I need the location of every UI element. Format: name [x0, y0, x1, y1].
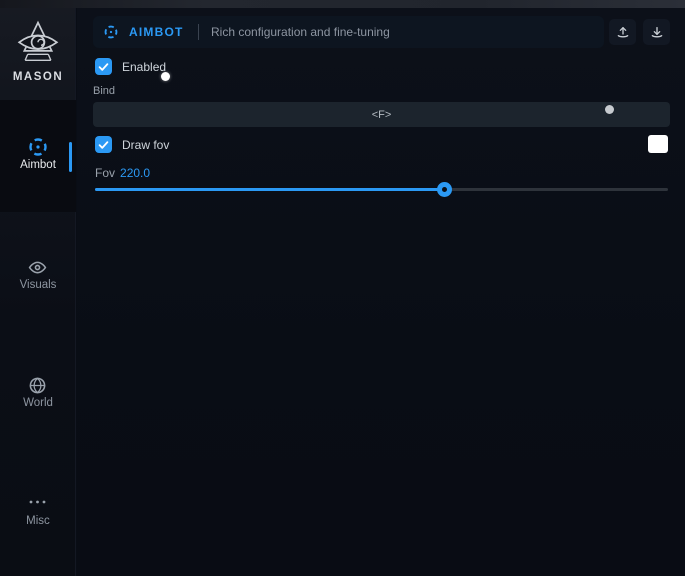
fov-row: Fov 220.0 — [95, 166, 150, 180]
sidebar-item-visuals-label[interactable]: Visuals — [0, 279, 76, 291]
ellipsis-icon[interactable] — [28, 496, 47, 508]
fov-slider[interactable] — [95, 188, 668, 191]
indicator-dot — [605, 105, 614, 114]
header-divider — [198, 24, 199, 40]
bind-key-field[interactable]: <F> — [93, 102, 670, 127]
fov-value: 220.0 — [120, 166, 150, 180]
fov-color-swatch[interactable] — [648, 135, 668, 153]
mason-logo-icon — [13, 20, 63, 68]
enabled-checkbox[interactable] — [95, 58, 112, 75]
aimbot-header-icon — [103, 24, 119, 40]
draw-fov-checkbox[interactable] — [95, 136, 112, 153]
crosshair-icon[interactable] — [27, 136, 49, 158]
download-icon — [649, 24, 665, 40]
draw-fov-label: Draw fov — [122, 136, 169, 153]
header-subtitle: Rich configuration and fine-tuning — [211, 16, 390, 48]
content-area — [77, 8, 685, 576]
enabled-label: Enabled — [122, 58, 166, 75]
sidebar — [0, 8, 76, 576]
sidebar-item-aimbot-label[interactable]: Aimbot — [0, 159, 76, 171]
upload-icon — [615, 24, 631, 40]
desktop-strip — [0, 0, 685, 8]
brand-name: MASON — [0, 71, 76, 83]
upload-config-button[interactable] — [609, 19, 636, 45]
cursor-dot — [161, 72, 170, 81]
fov-label: Fov — [95, 166, 115, 180]
sidebar-item-world-label[interactable]: World — [0, 397, 76, 409]
fov-slider-fill — [95, 188, 445, 191]
sidebar-item-misc-label[interactable]: Misc — [0, 515, 76, 527]
bind-key-value: <F> — [372, 109, 392, 121]
bind-label: Bind — [93, 85, 115, 97]
globe-icon[interactable] — [28, 376, 47, 395]
eye-icon[interactable] — [28, 258, 47, 277]
download-config-button[interactable] — [643, 19, 670, 45]
page-title: AIMBOT — [129, 16, 184, 48]
